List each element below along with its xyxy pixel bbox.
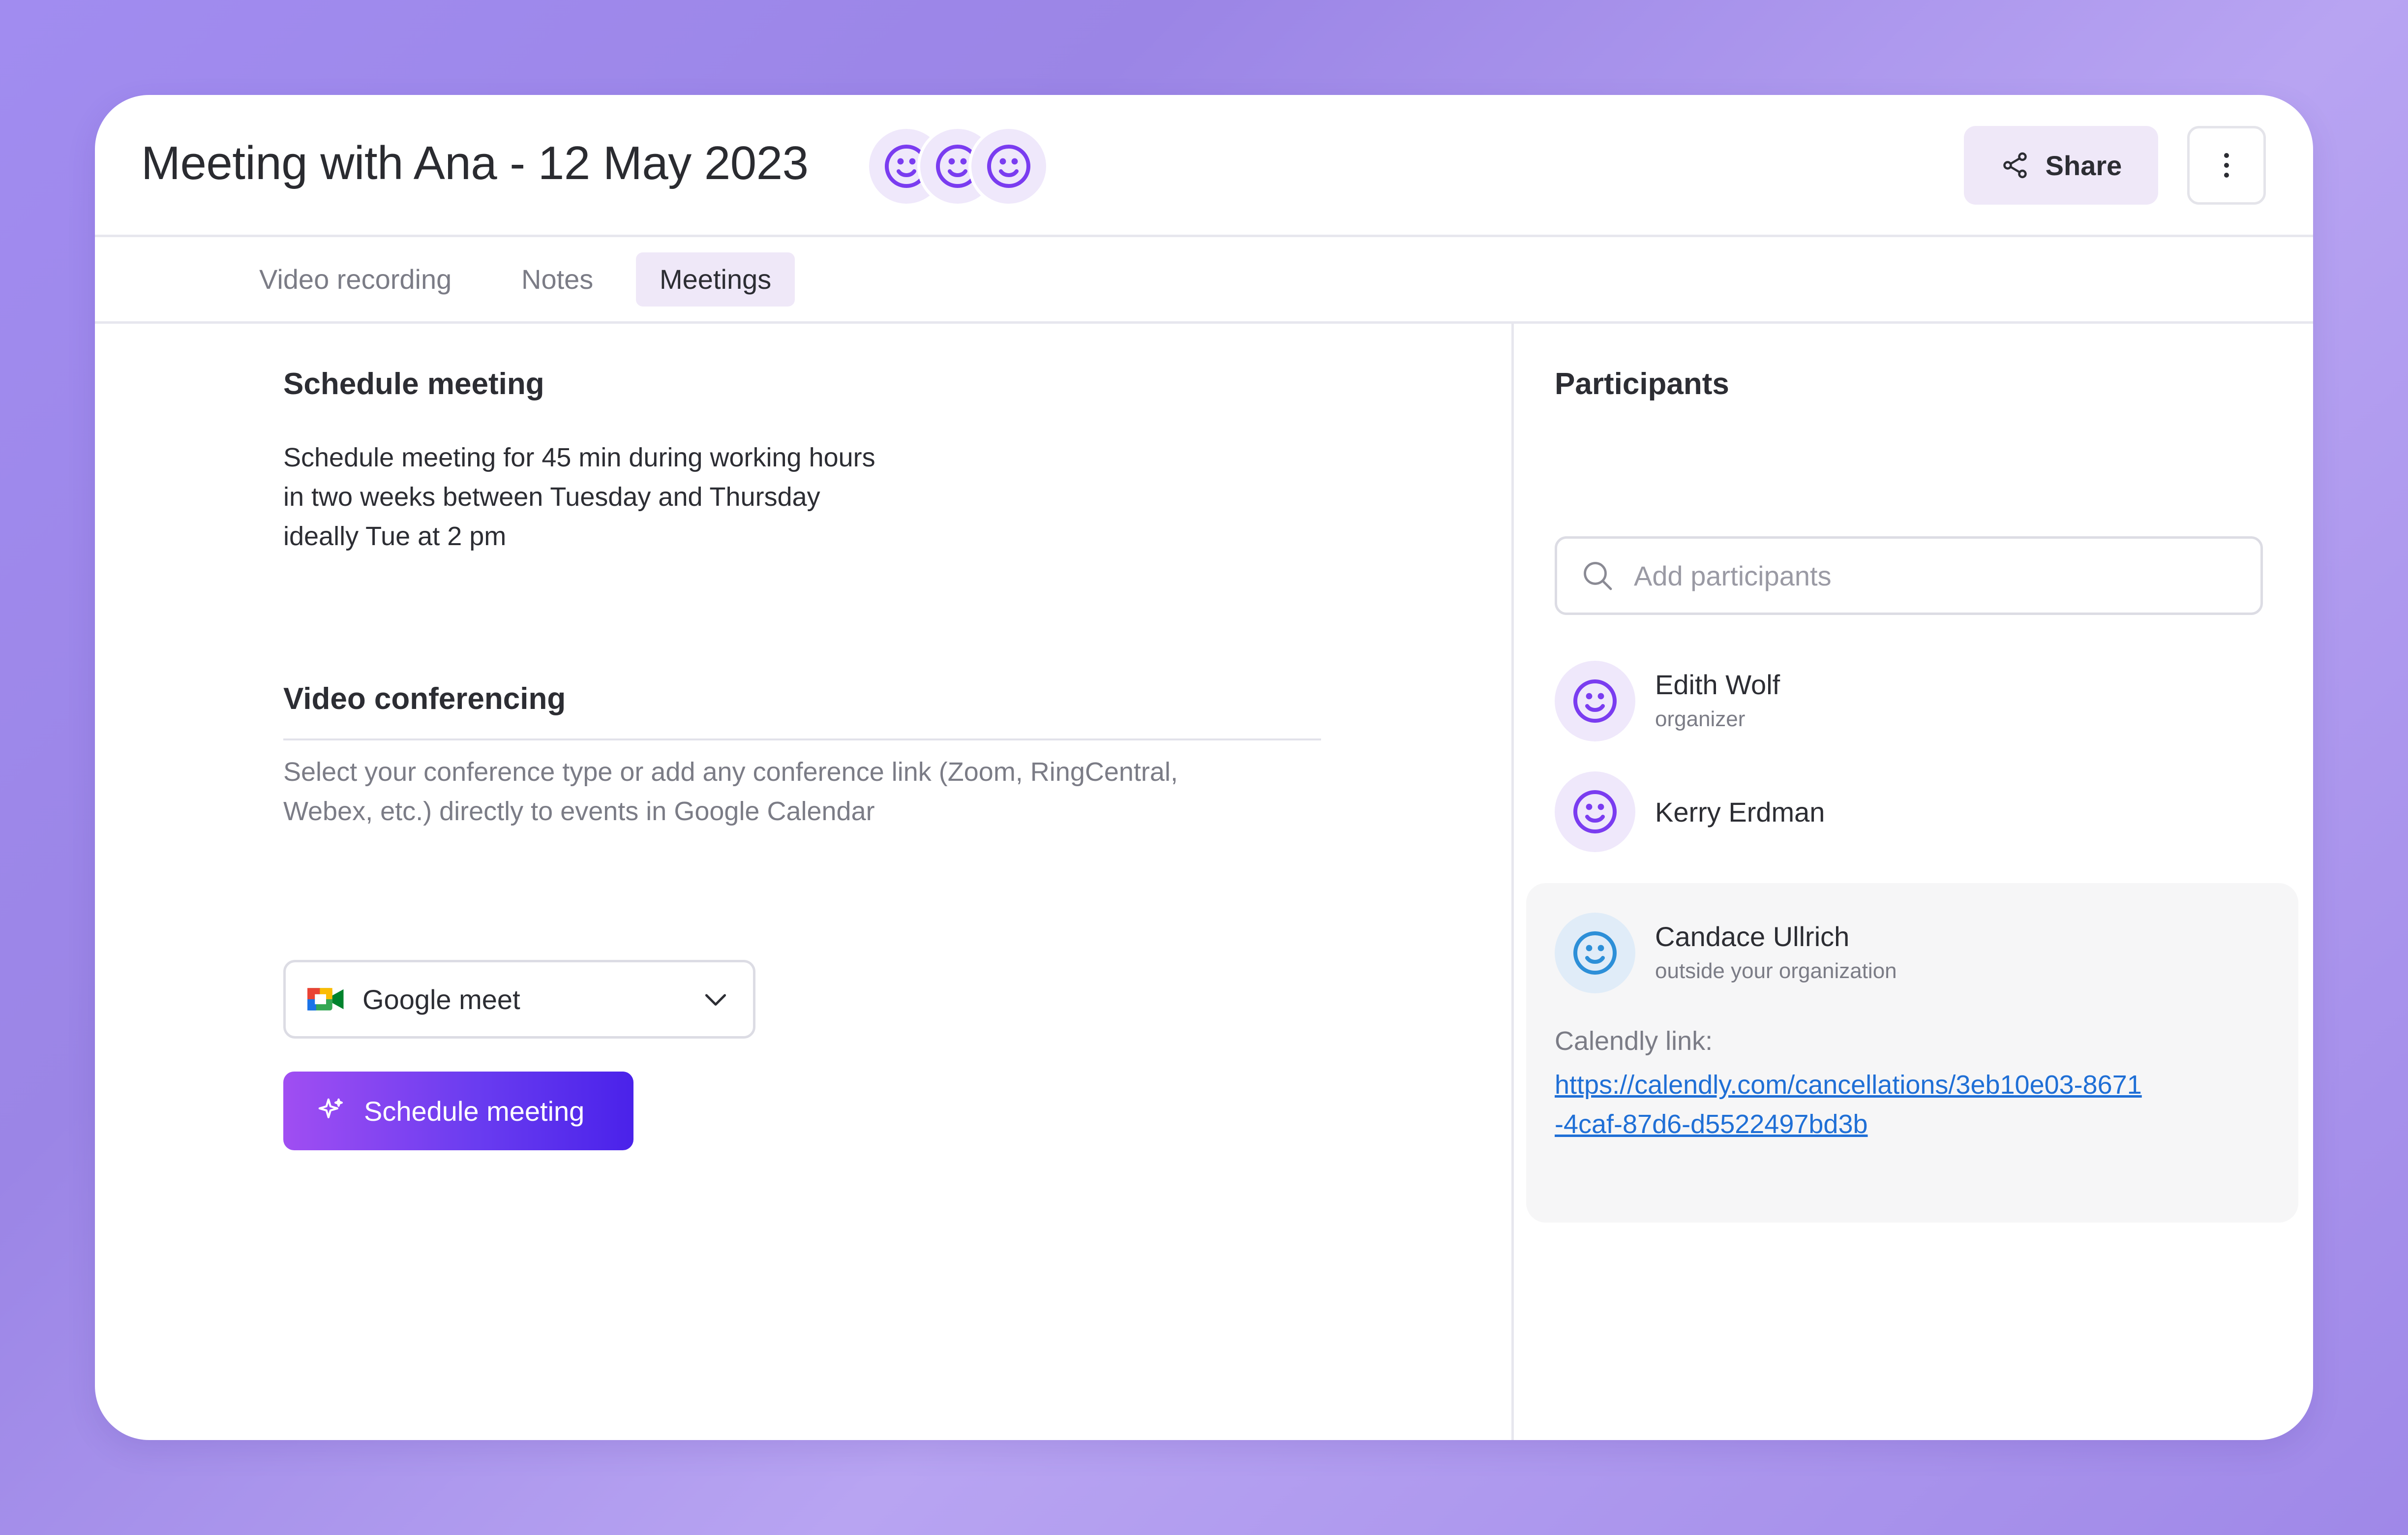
vertical-ellipsis-icon <box>2224 153 2229 178</box>
calendly-link-label: Calendly link: <box>1555 1026 1713 1056</box>
participant-role: organizer <box>1655 707 1746 731</box>
calendly-link[interactable]: https://calendly.com/cancellations/3eb10… <box>1555 1065 2145 1144</box>
schedule-meeting-button[interactable]: Schedule meeting <box>283 1072 633 1150</box>
conference-type-select[interactable]: Google meet <box>283 960 755 1039</box>
conferencing-help-text: Select your conference type or add any c… <box>283 752 1178 831</box>
avatar <box>1555 661 1635 741</box>
schedule-title: Schedule meeting <box>283 367 544 401</box>
add-participants-input[interactable] <box>1633 559 2225 592</box>
participants-panel: Participants Edith Wolf organizer Kerry … <box>1514 321 2313 1440</box>
selected-conference-type: Google meet <box>362 983 520 1015</box>
avatar <box>1555 913 1635 993</box>
share-icon <box>2003 152 2027 179</box>
avatar <box>1555 771 1635 852</box>
smiley-icon <box>987 145 1030 188</box>
participant-name: Candace Ullrich <box>1655 921 1850 952</box>
participants-title: Participants <box>1555 367 1729 401</box>
header: Meeting with Ana - 12 May 2023 Share <box>95 95 2313 237</box>
more-options-button[interactable] <box>2187 126 2266 205</box>
description-line: in two weeks between Tuesday and Thursda… <box>283 482 820 512</box>
sparkle-icon <box>318 1098 343 1118</box>
search-icon <box>1584 562 1612 590</box>
add-participants-field[interactable] <box>1555 536 2263 615</box>
smiley-icon <box>1573 931 1617 975</box>
participant-name: Edith Wolf <box>1655 669 1780 700</box>
help-line: Webex, etc.) directly to events in Googl… <box>283 797 875 826</box>
tab-video-recording[interactable]: Video recording <box>236 252 475 307</box>
share-button[interactable]: Share <box>1964 126 2158 205</box>
meeting-card: Meeting with Ana - 12 May 2023 Share Vid… <box>95 95 2313 1440</box>
description-line: ideally Tue at 2 pm <box>283 522 507 551</box>
google-meet-icon <box>307 988 344 1011</box>
chevron-down-icon <box>705 994 726 1006</box>
participant-name: Kerry Erdman <box>1655 797 1825 828</box>
participant-row[interactable]: Edith Wolf organizer <box>1555 661 2263 741</box>
participant-role: outside your organization <box>1655 959 1897 983</box>
help-line: Select your conference type or add any c… <box>283 757 1178 787</box>
share-label: Share <box>2045 150 2122 181</box>
external-participant-card: Candace Ullrich outside your organizatio… <box>1526 883 2298 1223</box>
description-line: Schedule meeting for 45 min during worki… <box>283 443 875 472</box>
avatar[interactable] <box>968 126 1049 207</box>
smiley-icon <box>1573 679 1617 723</box>
section-divider <box>283 738 1321 740</box>
tab-meetings[interactable]: Meetings <box>636 252 795 307</box>
smiley-icon <box>1573 790 1617 833</box>
schedule-description[interactable]: Schedule meeting for 45 min during worki… <box>283 438 875 556</box>
participant-row[interactable]: Kerry Erdman <box>1555 771 2263 852</box>
video-conferencing-title: Video conferencing <box>283 682 566 716</box>
schedule-meeting-label: Schedule meeting <box>364 1095 585 1127</box>
page-title: Meeting with Ana - 12 May 2023 <box>141 137 809 189</box>
tab-bar: Video recording Notes Meetings <box>95 235 2313 324</box>
tab-notes[interactable]: Notes <box>498 252 617 307</box>
participant-row[interactable]: Candace Ullrich outside your organizatio… <box>1555 913 2263 993</box>
